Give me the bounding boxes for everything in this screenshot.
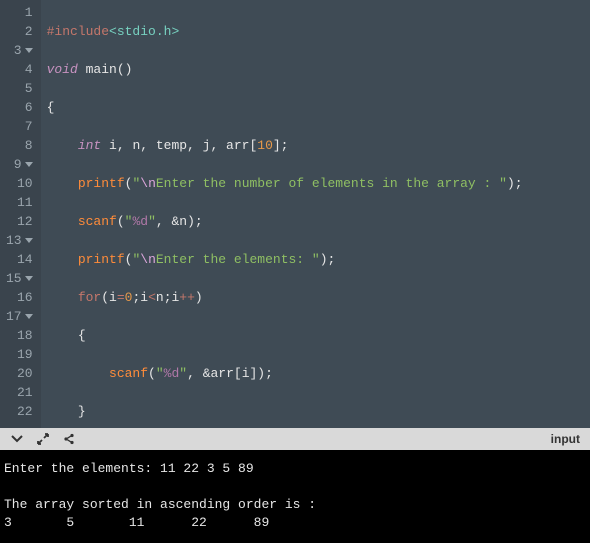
line-number: 9 xyxy=(6,155,33,174)
line-number: 21 xyxy=(6,383,33,402)
line-number: 11 xyxy=(6,193,33,212)
line-number: 19 xyxy=(6,345,33,364)
code-line: printf("\nEnter the number of elements i… xyxy=(47,174,590,193)
line-number-gutter: 1 2 3 4 5 6 7 8 9 10 11 12 13 14 15 16 1… xyxy=(0,0,41,428)
console-output[interactable]: Enter the elements: 11 22 3 5 89 The arr… xyxy=(0,450,590,543)
input-tab-label[interactable]: input xyxy=(551,432,580,446)
code-line: scanf("%d", &n); xyxy=(47,212,590,231)
code-line: #include<stdio.h> xyxy=(47,22,590,41)
code-line: { xyxy=(47,326,590,345)
line-number: 16 xyxy=(6,288,33,307)
code-line: scanf("%d", &arr[i]); xyxy=(47,364,590,383)
code-line: } xyxy=(47,402,590,421)
code-line: printf("\nEnter the elements: "); xyxy=(47,250,590,269)
line-number: 18 xyxy=(6,326,33,345)
line-number: 20 xyxy=(6,364,33,383)
line-number: 2 xyxy=(6,22,33,41)
line-number: 14 xyxy=(6,250,33,269)
console-line: Enter the elements: 11 22 3 5 89 xyxy=(4,461,254,476)
line-number: 22 xyxy=(6,402,33,421)
console-toolbar: input xyxy=(0,428,590,450)
expand-icon[interactable] xyxy=(36,432,50,446)
line-number: 7 xyxy=(6,117,33,136)
line-number: 8 xyxy=(6,136,33,155)
code-line: for(i=0;i<n;i++) xyxy=(47,288,590,307)
chevron-down-icon[interactable] xyxy=(10,432,24,446)
code-line: { xyxy=(47,98,590,117)
share-icon[interactable] xyxy=(62,432,76,446)
line-number: 6 xyxy=(6,98,33,117)
line-number: 15 xyxy=(6,269,33,288)
line-number: 13 xyxy=(6,231,33,250)
line-number: 4 xyxy=(6,60,33,79)
line-number: 3 xyxy=(6,41,33,60)
line-number: 12 xyxy=(6,212,33,231)
code-line: int i, n, temp, j, arr[10]; xyxy=(47,136,590,155)
code-line: void main() xyxy=(47,60,590,79)
line-number: 1 xyxy=(6,3,33,22)
code-editor[interactable]: 1 2 3 4 5 6 7 8 9 10 11 12 13 14 15 16 1… xyxy=(0,0,590,428)
line-number: 17 xyxy=(6,307,33,326)
code-area[interactable]: #include<stdio.h> void main() { int i, n… xyxy=(41,0,590,428)
console-line: 3 5 11 22 89 xyxy=(4,515,269,530)
line-number: 5 xyxy=(6,79,33,98)
line-number: 10 xyxy=(6,174,33,193)
console-line: The array sorted in ascending order is : xyxy=(4,497,316,512)
